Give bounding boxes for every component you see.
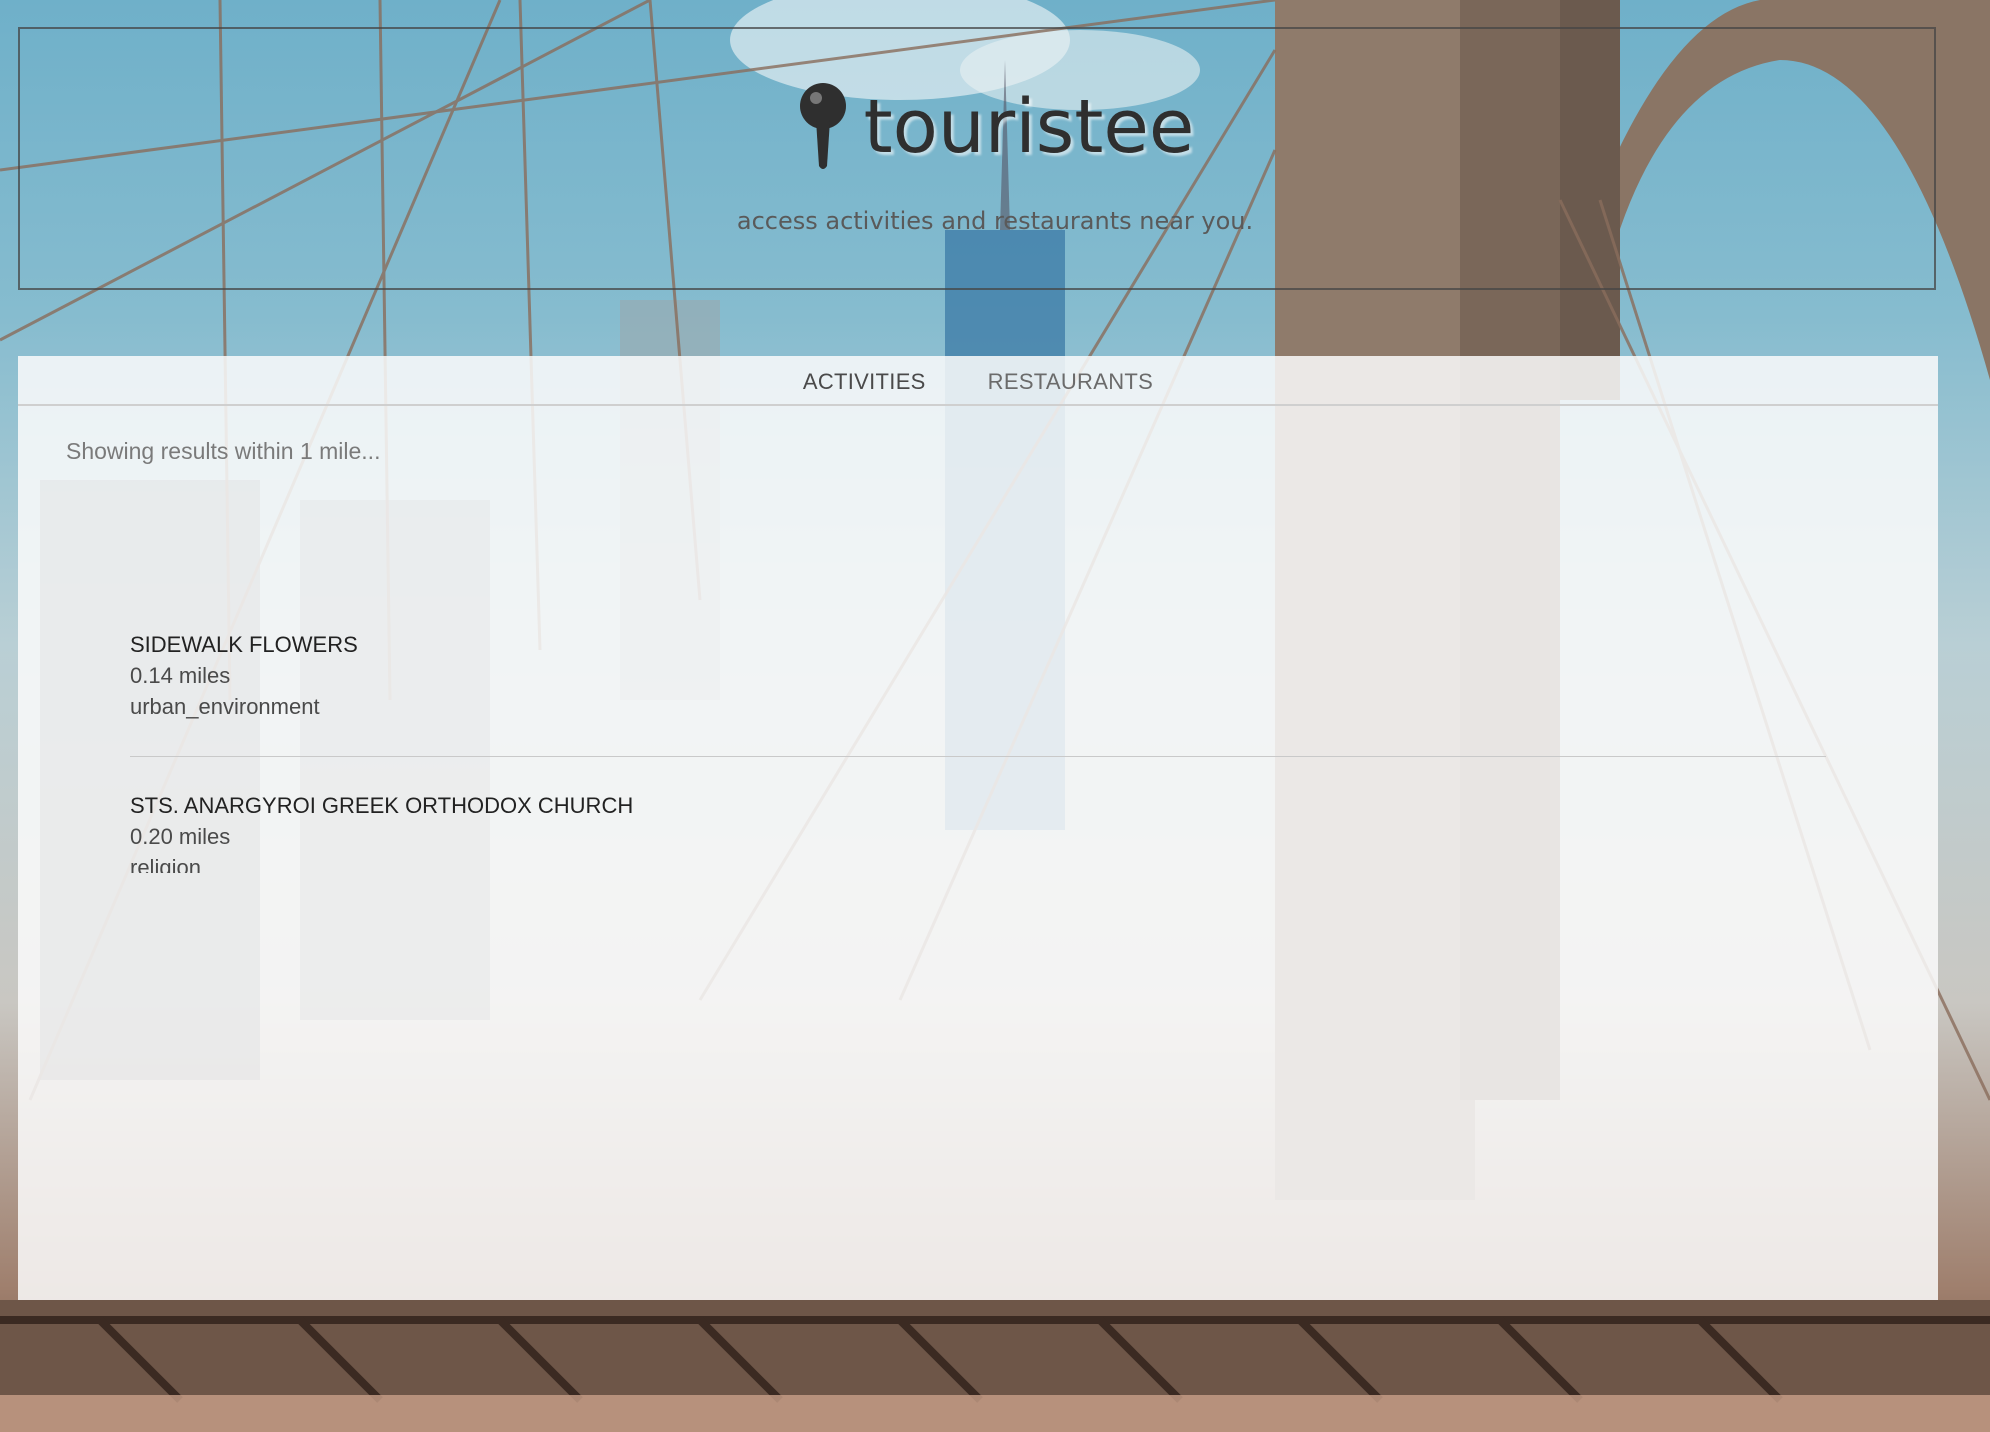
list-item[interactable]: STS. ANARGYROI GREEK ORTHODOX CHURCH 0.2… [130, 757, 1826, 873]
list-item[interactable]: SIDEWALK FLOWERS 0.14 miles urban_enviro… [130, 625, 1826, 757]
tagline: access activities and restaurants near y… [736, 207, 1254, 235]
logo: touristee [0, 80, 1990, 170]
result-distance: 0.20 miles [130, 824, 231, 849]
result-name: SIDEWALK FLOWERS [130, 632, 358, 657]
tab-activities[interactable]: ACTIVITIES [803, 356, 926, 404]
result-name: STS. ANARGYROI GREEK ORTHODOX CHURCH [130, 793, 634, 818]
result-distance: 0.14 miles [130, 663, 231, 688]
result-category: urban_environment [130, 694, 320, 719]
tab-bar: ACTIVITIES RESTAURANTS [18, 356, 1938, 406]
map-pin-icon [799, 83, 846, 169]
page: touristee access activities and restaura… [0, 0, 1990, 1432]
result-category: religion [130, 855, 201, 873]
results-list-viewport: SIDEWALK FLOWERS 0.14 miles urban_enviro… [130, 625, 1826, 873]
search-radius-status: Showing results within 1 mile... [66, 438, 381, 464]
brand-name: touristee [863, 84, 1195, 170]
tab-restaurants[interactable]: RESTAURANTS [988, 356, 1153, 404]
